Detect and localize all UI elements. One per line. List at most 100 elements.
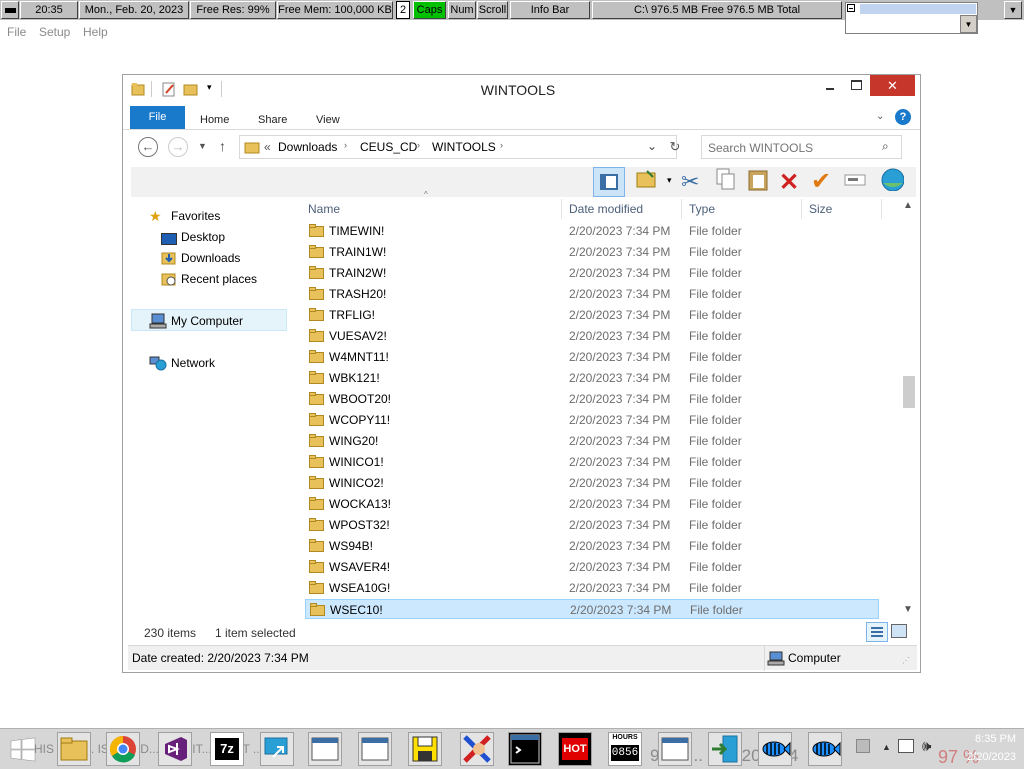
table-row[interactable]: WSEC10! 2/20/2023 7:34 PM File folder (305, 599, 879, 619)
table-row[interactable]: WPOST32! 2/20/2023 7:34 PM File folder (305, 515, 879, 535)
7zip-icon[interactable]: 7z (210, 732, 244, 766)
column-date-modified[interactable]: Date modified (569, 202, 643, 216)
clock-time[interactable]: 8:35 PM (950, 733, 1016, 745)
copy-icon[interactable] (714, 167, 738, 191)
table-row[interactable]: WSEA10G! 2/20/2023 7:34 PM File folder (305, 578, 879, 598)
network-tray-icon[interactable] (898, 739, 914, 753)
clock-date[interactable]: 2/20/2023 (950, 751, 1016, 763)
breadcrumb-wintools[interactable]: WINTOOLS (432, 140, 496, 154)
tab-share[interactable]: Share (258, 109, 287, 131)
hot-icon[interactable]: HOT (558, 732, 592, 766)
scrollbar-thumb[interactable] (903, 376, 915, 408)
table-row[interactable]: TRAIN2W! 2/20/2023 7:34 PM File folder (305, 263, 879, 283)
search-input[interactable] (706, 139, 878, 157)
combo-dropdown-arrow-icon[interactable]: ▼ (960, 15, 977, 33)
fish-icon[interactable] (758, 732, 792, 766)
info-bar-combo[interactable]: ▼ (845, 2, 978, 34)
column-type[interactable]: Type (689, 202, 715, 216)
breadcrumb-overflow[interactable]: « (264, 140, 271, 154)
table-row[interactable]: WOCKA13! 2/20/2023 7:34 PM File folder (305, 494, 879, 514)
paint-hand-icon[interactable] (460, 732, 494, 766)
nav-downloads[interactable]: Downloads (181, 251, 240, 265)
details-view-icon[interactable] (866, 622, 888, 642)
ribbon-expand-icon[interactable]: ⌄ (876, 111, 884, 122)
table-row[interactable]: TRAIN1W! 2/20/2023 7:34 PM File folder (305, 242, 879, 262)
resize-grip-icon[interactable]: ⋰ (902, 656, 910, 665)
preview-pane-icon[interactable] (593, 167, 625, 197)
hours-counter-icon[interactable]: HOURS 0856 (608, 732, 642, 766)
save-disk-icon[interactable] (408, 732, 442, 766)
paste-icon[interactable] (746, 167, 770, 191)
table-row[interactable]: WBK121! 2/20/2023 7:34 PM File folder (305, 368, 879, 388)
table-row[interactable]: VUESAV2! 2/20/2023 7:34 PM File folder (305, 326, 879, 346)
view-dropdown-icon[interactable]: ▾ (667, 175, 672, 186)
recent-locations-icon[interactable]: ▼ (198, 141, 207, 151)
nav-my-computer[interactable]: My Computer (171, 314, 243, 328)
menu-setup[interactable]: Setup (39, 25, 70, 39)
window-app-icon-2[interactable] (358, 732, 392, 766)
cut-icon[interactable]: ✂ (681, 169, 699, 195)
checkmark-icon[interactable]: ✔ (811, 167, 831, 196)
window-app-icon[interactable] (308, 732, 342, 766)
window-app-icon-3[interactable] (658, 732, 692, 766)
rename-icon[interactable] (843, 167, 867, 191)
breadcrumb-ceus-cd[interactable]: CEUS_CD (360, 140, 417, 154)
search-box[interactable]: ⌕ (701, 135, 902, 159)
nav-favorites[interactable]: Favorites (171, 209, 220, 223)
forward-icon[interactable]: → (168, 137, 188, 157)
exit-door-icon[interactable] (708, 732, 742, 766)
new-folder-icon[interactable] (183, 81, 199, 97)
refresh-icon[interactable]: ↻ (665, 139, 685, 157)
nav-recent-places[interactable]: Recent places (181, 272, 257, 286)
visual-studio-icon[interactable] (158, 732, 192, 766)
table-row[interactable]: WCOPY11! 2/20/2023 7:34 PM File folder (305, 410, 879, 430)
help-icon[interactable]: ? (895, 109, 911, 125)
nav-desktop[interactable]: Desktop (181, 230, 225, 244)
table-row[interactable]: W4MNT11! 2/20/2023 7:34 PM File folder (305, 347, 879, 367)
globe-icon[interactable] (880, 167, 904, 191)
volume-icon[interactable]: 🕪 (922, 738, 931, 755)
taskbar-scroll-icon[interactable] (856, 739, 870, 753)
show-hidden-icons[interactable]: ▲ (882, 742, 891, 752)
address-bar[interactable]: « Downloads › CEUS_CD › WINTOOLS › ⌄ (239, 135, 677, 159)
back-icon[interactable]: ← (138, 137, 158, 157)
command-prompt-icon[interactable] (508, 732, 542, 766)
delete-icon[interactable]: ✕ (779, 168, 799, 197)
tab-file[interactable]: File (130, 106, 185, 129)
file-explorer-taskbar-icon[interactable] (57, 732, 91, 766)
menu-help[interactable]: Help (83, 25, 108, 39)
table-row[interactable]: WS94B! 2/20/2023 7:34 PM File folder (305, 536, 879, 556)
view-options-icon[interactable] (635, 167, 659, 191)
table-row[interactable]: TIMEWIN! 2/20/2023 7:34 PM File folder (305, 221, 879, 241)
system-menu-button[interactable] (1, 1, 19, 19)
table-row[interactable]: WSAVER4! 2/20/2023 7:34 PM File folder (305, 557, 879, 577)
table-row[interactable]: WINICO2! 2/20/2023 7:34 PM File folder (305, 473, 879, 493)
properties-icon[interactable] (161, 81, 177, 97)
table-row[interactable]: TRASH20! 2/20/2023 7:34 PM File folder (305, 284, 879, 304)
chrome-icon[interactable] (106, 732, 140, 766)
up-icon[interactable]: ↑ (219, 138, 226, 154)
breadcrumb-downloads[interactable]: Downloads (278, 140, 337, 154)
chevron-down-icon[interactable]: ⌄ (647, 139, 657, 153)
column-size[interactable]: Size (809, 202, 832, 216)
column-name[interactable]: Name (308, 202, 340, 216)
large-icons-view-icon[interactable] (891, 624, 907, 638)
nav-network[interactable]: Network (171, 356, 215, 370)
table-row[interactable]: WING20! 2/20/2023 7:34 PM File folder (305, 431, 879, 451)
remote-desktop-icon[interactable] (260, 732, 294, 766)
windows-start-icon[interactable] (10, 737, 36, 763)
table-row[interactable]: WINICO1! 2/20/2023 7:34 PM File folder (305, 452, 879, 472)
fish-icon-2[interactable] (808, 732, 842, 766)
tab-home[interactable]: Home (200, 109, 229, 131)
vertical-scrollbar[interactable]: ▲ ▼ (900, 198, 916, 618)
info-bar-dropdown-button[interactable]: ▼ (1004, 1, 1022, 19)
maximize-icon[interactable] (851, 80, 862, 90)
quick-access-dropdown-icon[interactable]: ▾ (207, 82, 212, 93)
tab-view[interactable]: View (316, 109, 340, 131)
scroll-down-icon[interactable]: ▼ (903, 604, 913, 615)
menu-file[interactable]: File (7, 25, 26, 39)
table-row[interactable]: WBOOT20! 2/20/2023 7:34 PM File folder (305, 389, 879, 409)
minimize-icon[interactable] (823, 79, 837, 93)
close-icon[interactable]: ✕ (870, 75, 915, 96)
table-row[interactable]: TRFLIG! 2/20/2023 7:34 PM File folder (305, 305, 879, 325)
